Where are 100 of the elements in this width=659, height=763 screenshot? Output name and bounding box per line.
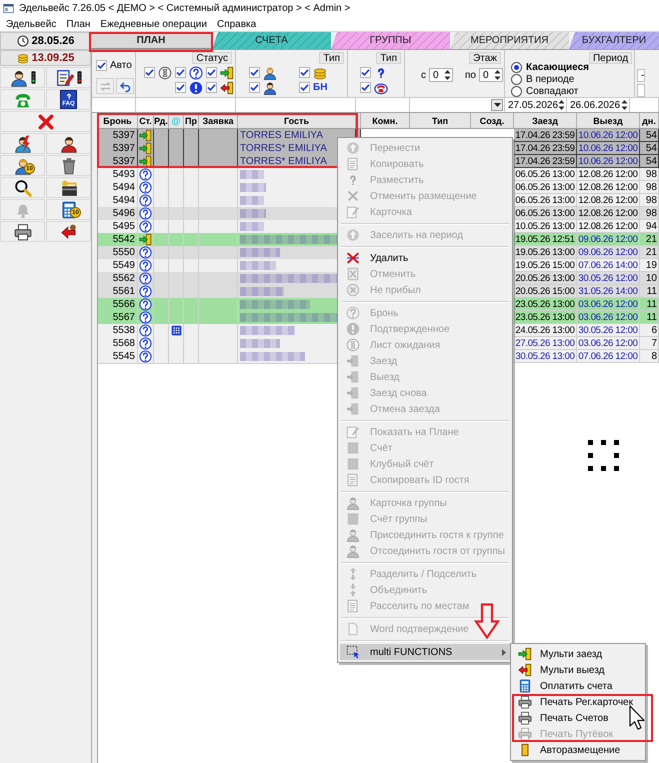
blurred-text	[240, 326, 295, 335]
checkbox[interactable]	[299, 82, 310, 93]
blurred-text	[240, 170, 264, 179]
table-cell: 54	[640, 129, 659, 142]
person-icon	[60, 134, 78, 152]
input-field[interactable]	[236, 98, 356, 112]
checkbox[interactable]	[206, 82, 217, 93]
menu-bar-item[interactable]: Эдельвейс	[1, 17, 62, 31]
table-cell: 5545	[98, 350, 138, 364]
date-field[interactable]: 26.06.2026	[567, 98, 630, 112]
tool-button[interactable]	[0, 177, 45, 198]
spin-arrows-icon	[621, 99, 628, 111]
table-cell: 30.05.26 12:00	[577, 272, 640, 285]
menu-item[interactable]: Мульти выезд	[513, 662, 643, 678]
table-cell: 06.05.26 13:00	[514, 194, 577, 207]
group-title: Тип	[319, 52, 344, 64]
table-cell: 27.05.26 13:00	[514, 337, 577, 350]
person-icon	[10, 68, 28, 86]
checkbox[interactable]	[249, 82, 260, 93]
combo-field[interactable]	[410, 98, 505, 112]
spin-arrows-icon	[444, 69, 451, 81]
blurred-text	[240, 209, 266, 218]
tool-button[interactable]	[46, 155, 91, 176]
printer-icon	[518, 695, 532, 709]
date-button[interactable]: 28.05.26	[0, 32, 91, 50]
radio-label: Совпадают	[526, 86, 578, 96]
input-field[interactable]	[92, 98, 136, 112]
checkbox[interactable]	[249, 67, 260, 78]
printer-icon	[518, 711, 532, 725]
table-cell: 10.06.26 12:00	[577, 129, 640, 142]
table-cell: 19.05.26 12:51	[514, 233, 577, 246]
tab[interactable]: ГРУППЫ	[331, 32, 450, 49]
exclamation-circle-icon	[346, 322, 360, 336]
arrow-up-icon	[346, 141, 360, 155]
number-field[interactable]: 0	[429, 68, 453, 82]
table-cell: 09.06.26 12:00	[577, 233, 640, 246]
menu-item[interactable]: Мульти заезд	[513, 646, 643, 662]
return-arrow-icon	[60, 222, 78, 240]
radio-button[interactable]	[511, 62, 522, 72]
input-field[interactable]	[136, 98, 236, 112]
field-label: по	[465, 70, 476, 80]
dropdown-button[interactable]	[491, 99, 503, 111]
option-label: БН	[313, 82, 328, 93]
printer-icon	[14, 222, 32, 240]
checkbox[interactable]	[360, 82, 371, 93]
tab[interactable]: СЧЕТА	[212, 32, 331, 49]
input-field[interactable]: -	[637, 69, 646, 82]
checkbox[interactable]	[144, 67, 155, 78]
menu-item[interactable]: multi FUNCTIONS	[340, 644, 510, 660]
tool-button[interactable]	[46, 133, 91, 154]
menu-bar-item[interactable]: План	[61, 17, 96, 31]
phone-icon	[374, 80, 388, 94]
table-cell: 98	[640, 207, 659, 220]
group-title: Период	[588, 52, 632, 64]
checkbox[interactable]	[206, 67, 217, 78]
hourglass-icon	[158, 66, 172, 80]
tool-button[interactable]	[46, 177, 91, 198]
notepad-icon	[56, 68, 74, 86]
table-cell: 07.06.26 12:00	[577, 350, 640, 363]
group-title: Статус	[192, 52, 232, 64]
checkbox[interactable]	[96, 60, 107, 71]
document-icon	[346, 473, 360, 487]
checkbox[interactable]	[360, 67, 371, 78]
menu-item[interactable]: Авторазмещение	[513, 742, 643, 758]
table-cell: 03.06.26 12:00	[577, 311, 640, 324]
tool-button[interactable]	[0, 67, 45, 88]
table-cell: 19.05.26 13:00	[514, 246, 577, 259]
check-out-icon	[220, 80, 234, 94]
input-field[interactable]	[356, 98, 410, 112]
cross-icon	[346, 189, 360, 203]
radio-button[interactable]	[511, 74, 522, 84]
menu-item[interactable]: Оплатить счета	[513, 678, 643, 694]
number-field[interactable]: 0	[478, 68, 503, 82]
date-button[interactable]: 13.09.25	[0, 50, 91, 66]
input-field[interactable]	[637, 84, 646, 97]
tool-button[interactable]	[0, 221, 45, 242]
tab[interactable]: БУХГАЛТЕРИ	[569, 32, 659, 49]
checkbox[interactable]	[175, 67, 186, 78]
menu-bar-item[interactable]: Справка	[212, 17, 262, 31]
tool-button[interactable]	[46, 67, 91, 88]
table-cell: 98	[640, 168, 659, 181]
checkbox[interactable]	[299, 67, 310, 78]
column-header[interactable]: Созд.	[471, 113, 514, 129]
radio-label: Касающиеся	[526, 62, 589, 72]
menu-bar-item[interactable]: Ежедневные операции	[95, 17, 212, 31]
table-row[interactable]: 5397 TORRES EMILIYA	[98, 129, 361, 142]
input-field[interactable]	[630, 98, 659, 112]
radio-button[interactable]	[511, 86, 522, 96]
swap-arrows-icon	[98, 80, 112, 92]
column-header[interactable]: Комн.	[361, 113, 410, 129]
tab[interactable]: МЕРОПРИЯТИЯ	[450, 32, 569, 49]
checkbox[interactable]	[175, 82, 186, 93]
column-header[interactable]: Тип	[410, 113, 471, 129]
tool-button[interactable]	[0, 133, 45, 154]
caret-icon	[494, 103, 500, 107]
table-cell: 03.06.26 12:00	[577, 298, 640, 311]
annotation-arrow	[474, 603, 500, 639]
undo-button[interactable]	[116, 78, 134, 94]
date-field[interactable]: 27.05.2026	[505, 98, 567, 112]
tool-button[interactable]	[46, 221, 91, 242]
